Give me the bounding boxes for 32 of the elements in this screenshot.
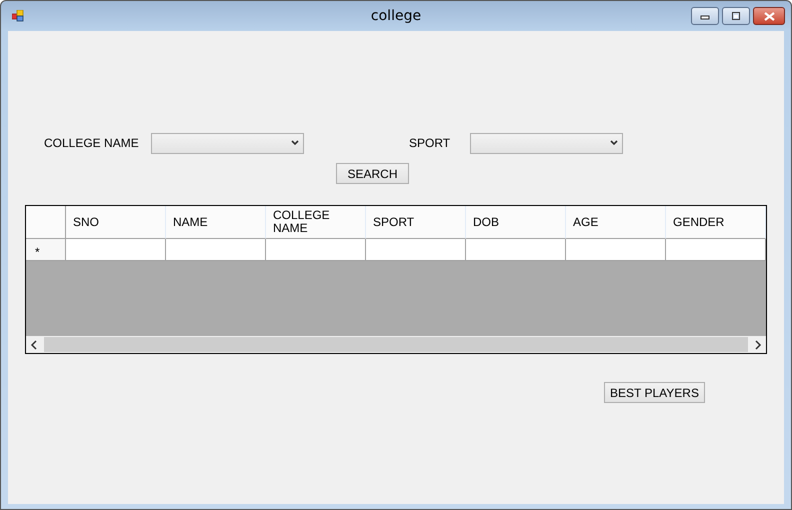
- column-header[interactable]: NAME: [166, 206, 266, 239]
- scroll-thumb[interactable]: [44, 337, 748, 352]
- row-header[interactable]: *: [26, 239, 66, 261]
- column-header[interactable]: SNO: [66, 206, 166, 239]
- horizontal-scrollbar[interactable]: [26, 336, 766, 353]
- field-label: COLLEGE NAME: [44, 136, 140, 150]
- chevron-down-icon: [610, 140, 618, 146]
- table-cell[interactable]: [566, 239, 666, 261]
- window-title: college: [370, 8, 422, 24]
- table-cell[interactable]: [266, 239, 366, 261]
- dropdown[interactable]: [151, 132, 304, 154]
- best-players-button[interactable]: BEST PLAYERS: [604, 382, 705, 403]
- table-cell[interactable]: [466, 239, 566, 261]
- maximize-button[interactable]: [722, 7, 750, 25]
- minimize-button[interactable]: [691, 7, 719, 25]
- table-cell[interactable]: [666, 239, 766, 261]
- table-cell[interactable]: [66, 239, 166, 261]
- close-icon: [764, 12, 774, 20]
- chevron-down-icon: [291, 140, 299, 146]
- maximize-icon: [731, 12, 741, 20]
- column-header[interactable]: COLLEGE NAME: [266, 206, 366, 239]
- dropdown[interactable]: [470, 132, 623, 154]
- column-header[interactable]: GENDER: [666, 206, 766, 239]
- search-button[interactable]: SEARCH: [336, 163, 409, 184]
- table-cell[interactable]: [166, 239, 266, 261]
- column-header[interactable]: SPORT: [366, 206, 466, 239]
- app-icon: [12, 10, 26, 22]
- column-header[interactable]: AGE: [566, 206, 666, 239]
- table-cell[interactable]: [366, 239, 466, 261]
- column-header[interactable]: DOB: [466, 206, 566, 239]
- field-label: SPORT: [409, 136, 452, 150]
- close-button[interactable]: [753, 7, 785, 25]
